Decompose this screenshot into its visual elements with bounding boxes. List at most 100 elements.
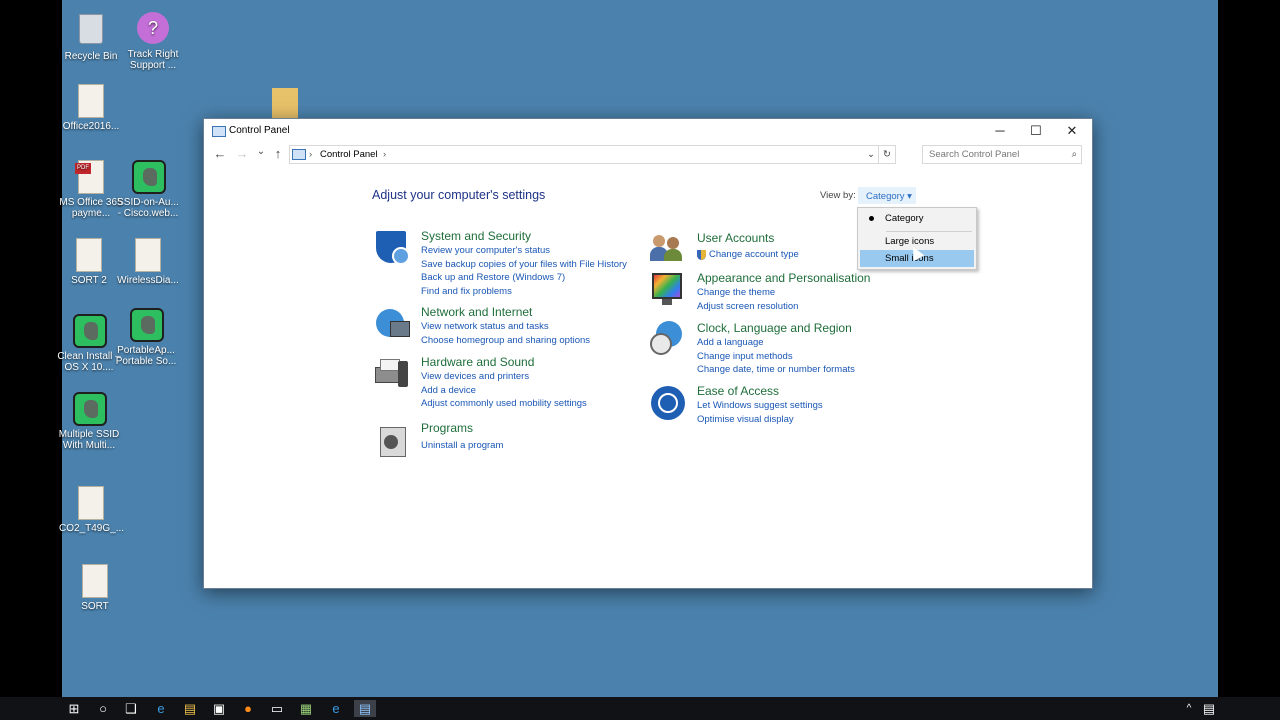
breadcrumb-separator[interactable]: › xyxy=(383,146,386,163)
link-network-status[interactable]: View network status and tasks xyxy=(421,321,549,332)
link-devices-printers[interactable]: View devices and printers xyxy=(421,371,529,382)
zip-folder-icon[interactable] xyxy=(272,88,298,118)
evernote-icon xyxy=(73,314,107,348)
link-find-fix-problems[interactable]: Find and fix problems xyxy=(421,286,512,297)
desktop-icon-label: Track Right Support ... xyxy=(127,49,179,71)
link-add-language[interactable]: Add a language xyxy=(697,337,764,348)
network-globe-icon xyxy=(374,305,410,341)
desktop-icon-label: Office2016... xyxy=(62,121,120,132)
link-input-methods[interactable]: Change input methods xyxy=(697,351,793,362)
app-icon[interactable]: ▦ xyxy=(295,700,317,717)
document-icon xyxy=(75,486,107,520)
document-icon xyxy=(79,564,111,598)
link-homegroup[interactable]: Choose homegroup and sharing options xyxy=(421,335,590,346)
link-file-history[interactable]: Save backup copies of your files with Fi… xyxy=(421,259,627,270)
category-title[interactable]: Appearance and Personalisation xyxy=(697,271,870,285)
breadcrumb-control-panel[interactable]: Control Panel xyxy=(320,146,378,163)
evernote-icon xyxy=(130,308,164,342)
windows-start-icon[interactable]: ⊞ xyxy=(63,700,85,717)
category-title[interactable]: Hardware and Sound xyxy=(421,355,534,369)
title-bar[interactable]: Control Panel ─ ☐ ✕ xyxy=(204,119,1092,143)
internet-explorer-icon[interactable]: e xyxy=(325,700,347,717)
link-mobility-settings[interactable]: Adjust commonly used mobility settings xyxy=(421,398,587,409)
desktop-icon-co2[interactable]: CO2_T49G_... xyxy=(59,486,125,534)
video-letterbox-left xyxy=(0,0,62,697)
category-title[interactable]: Ease of Access xyxy=(697,384,779,398)
desktop-icon-ssid-cisco[interactable]: SSID-on-Au... - Cisco.web... xyxy=(116,160,180,219)
desktop-icon-office2016[interactable]: Office2016... xyxy=(59,84,123,132)
link-optimise-display[interactable]: Optimise visual display xyxy=(697,414,794,425)
category-title[interactable]: User Accounts xyxy=(697,231,774,245)
menu-item-category[interactable]: Category xyxy=(860,210,974,227)
store-icon[interactable]: ▣ xyxy=(208,700,230,717)
desktop-icon-label: WirelessDia... xyxy=(117,275,179,286)
breadcrumb-separator: › xyxy=(309,149,313,160)
document-icon xyxy=(73,238,105,272)
minimize-button[interactable]: ─ xyxy=(982,119,1018,143)
desktop-icon-label: MS Office 365 payme... xyxy=(59,197,123,219)
close-button[interactable]: ✕ xyxy=(1054,119,1090,143)
pdf-icon: PDF xyxy=(75,160,107,194)
desktop-icon-clean-install[interactable]: Clean Install – OS X 10.... xyxy=(57,314,121,373)
desktop-icon-label: Clean Install – OS X 10.... xyxy=(57,351,121,373)
up-button[interactable]: ↑ xyxy=(269,146,287,161)
desktop-icon-recycle-bin[interactable]: Recycle Bin xyxy=(59,12,123,62)
taskbar: ⊞ ○ ❑ e ▤ ▣ ● ▭ ▦ e ▤ ^ ▤ xyxy=(0,697,1280,720)
refresh-icon[interactable]: ↻ xyxy=(878,146,895,163)
back-button[interactable]: ← xyxy=(211,146,229,161)
desktop-icon-portableapps[interactable]: PortableAp... Portable So... xyxy=(114,308,178,367)
desktop-icon-multiple-ssid[interactable]: Multiple SSID With Multi... xyxy=(57,392,121,451)
view-by-dropdown[interactable]: Category ▾ xyxy=(858,187,916,204)
printer-speaker-icon xyxy=(374,355,410,391)
cortana-icon[interactable]: ○ xyxy=(92,700,114,717)
menu-item-label: Category xyxy=(885,213,924,224)
edge-icon[interactable]: e xyxy=(150,700,172,717)
search-input[interactable]: Search Control Panel ⌕ xyxy=(922,145,1082,164)
desktop-icon-track-right[interactable]: ? Track Right Support ... xyxy=(121,12,185,71)
tray-chevron-icon[interactable]: ^ xyxy=(1178,700,1200,717)
clock-globe-icon xyxy=(650,321,686,357)
evernote-icon xyxy=(132,160,166,194)
desktop-icon-label: CO2_T49G_... xyxy=(59,523,125,534)
address-dropdown-icon[interactable]: ⌄ xyxy=(867,146,875,163)
monitor-palette-icon xyxy=(650,271,686,307)
control-panel-icon[interactable]: ▤ xyxy=(354,700,376,717)
link-change-account-type[interactable]: Change account type xyxy=(709,249,799,260)
control-panel-icon xyxy=(292,149,306,160)
category-title[interactable]: Programs xyxy=(421,421,473,435)
uac-shield-icon xyxy=(697,250,706,260)
desktop-icon-label: PortableAp... Portable So... xyxy=(115,345,177,367)
users-icon xyxy=(650,231,686,267)
category-title[interactable]: System and Security xyxy=(421,229,531,243)
link-change-theme[interactable]: Change the theme xyxy=(697,287,775,298)
recent-locations-button[interactable]: ⌄ xyxy=(252,146,270,157)
desktop-icon-ms-office-pdf[interactable]: PDF MS Office 365 payme... xyxy=(59,160,123,219)
link-suggest-settings[interactable]: Let Windows suggest settings xyxy=(697,400,823,411)
maximize-button[interactable]: ☐ xyxy=(1018,119,1054,143)
action-center-icon[interactable]: ▤ xyxy=(1198,700,1220,717)
cmd-icon[interactable]: ▭ xyxy=(266,700,288,717)
task-view-icon[interactable]: ❑ xyxy=(120,700,142,717)
forward-button[interactable]: → xyxy=(233,146,251,161)
address-bar[interactable]: › Control Panel › ⌄ ↻ xyxy=(289,145,896,164)
desktop-icon-label: Multiple SSID With Multi... xyxy=(58,429,120,451)
page-title: Adjust your computer's settings xyxy=(372,188,546,202)
desktop-icon-sort[interactable]: SORT xyxy=(63,564,127,612)
desktop-icon-wirelessdia[interactable]: WirelessDia... xyxy=(116,238,180,286)
link-date-time-formats[interactable]: Change date, time or number formats xyxy=(697,364,855,375)
control-panel-icon xyxy=(212,126,226,137)
link-review-status[interactable]: Review your computer's status xyxy=(421,245,550,256)
file-explorer-icon[interactable]: ▤ xyxy=(179,700,201,717)
desktop-icon-label: SORT xyxy=(81,601,109,612)
firefox-icon[interactable]: ● xyxy=(237,700,259,717)
link-backup-restore[interactable]: Back up and Restore (Windows 7) xyxy=(421,272,565,283)
link-add-device[interactable]: Add a device xyxy=(421,385,476,396)
search-icon: ⌕ xyxy=(1071,149,1077,160)
help-bubble-icon: ? xyxy=(137,12,169,46)
link-uninstall-program[interactable]: Uninstall a program xyxy=(421,440,503,451)
category-title[interactable]: Network and Internet xyxy=(421,305,532,319)
ease-of-access-icon xyxy=(650,384,686,420)
link-screen-resolution[interactable]: Adjust screen resolution xyxy=(697,301,798,312)
desktop-icon-sort-2[interactable]: SORT 2 xyxy=(57,238,121,286)
category-title[interactable]: Clock, Language and Region xyxy=(697,321,852,335)
